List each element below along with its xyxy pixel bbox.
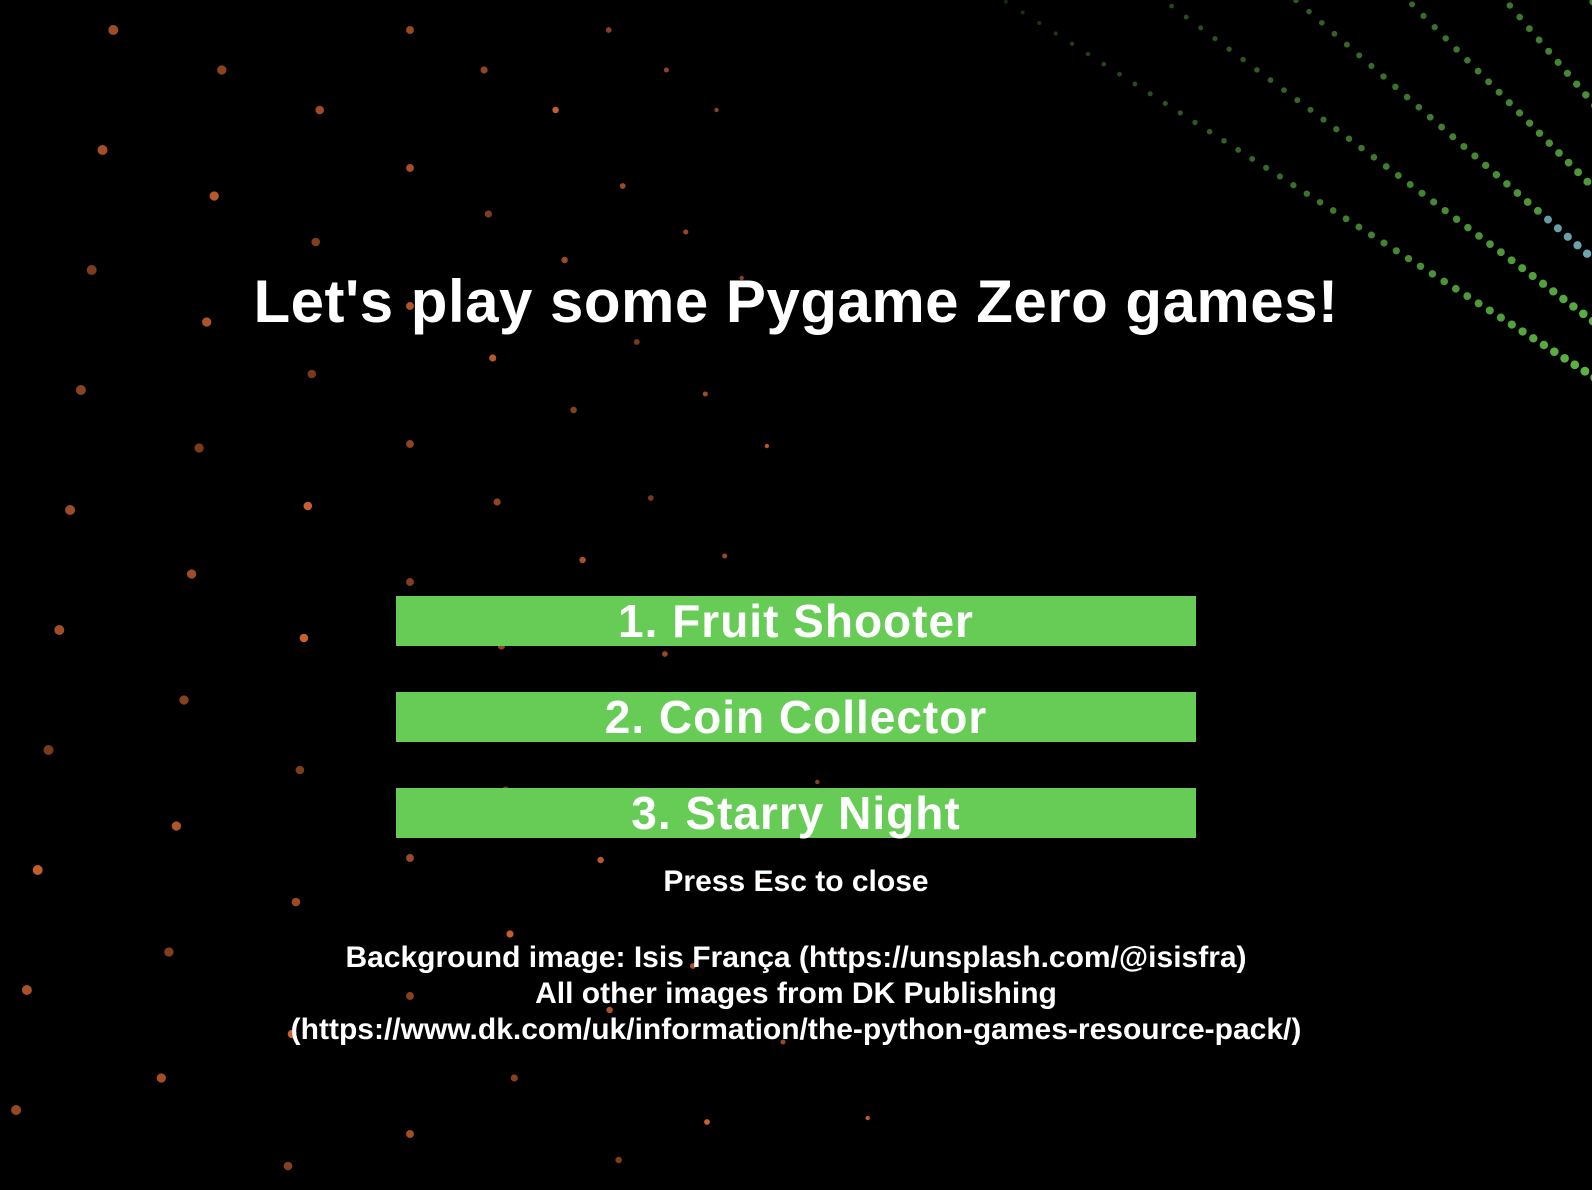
- credit-other-images: All other images from DK Publishing: [535, 977, 1057, 1010]
- menu-button-starry-night[interactable]: 3. Starry Night: [396, 788, 1196, 838]
- menu-button-coin-collector[interactable]: 2. Coin Collector: [396, 692, 1196, 742]
- credit-background-image: Background image: Isis França (https://u…: [345, 941, 1247, 974]
- close-hint: Press Esc to close: [663, 865, 929, 898]
- credit-resource-pack-url: (https://www.dk.com/uk/information/the-p…: [290, 1013, 1302, 1046]
- game-launcher-screen: Let's play some Pygame Zero games! 1. Fr…: [0, 0, 1592, 1190]
- page-title: Let's play some Pygame Zero games!: [253, 268, 1339, 335]
- menu-button-fruit-shooter[interactable]: 1. Fruit Shooter: [396, 596, 1196, 646]
